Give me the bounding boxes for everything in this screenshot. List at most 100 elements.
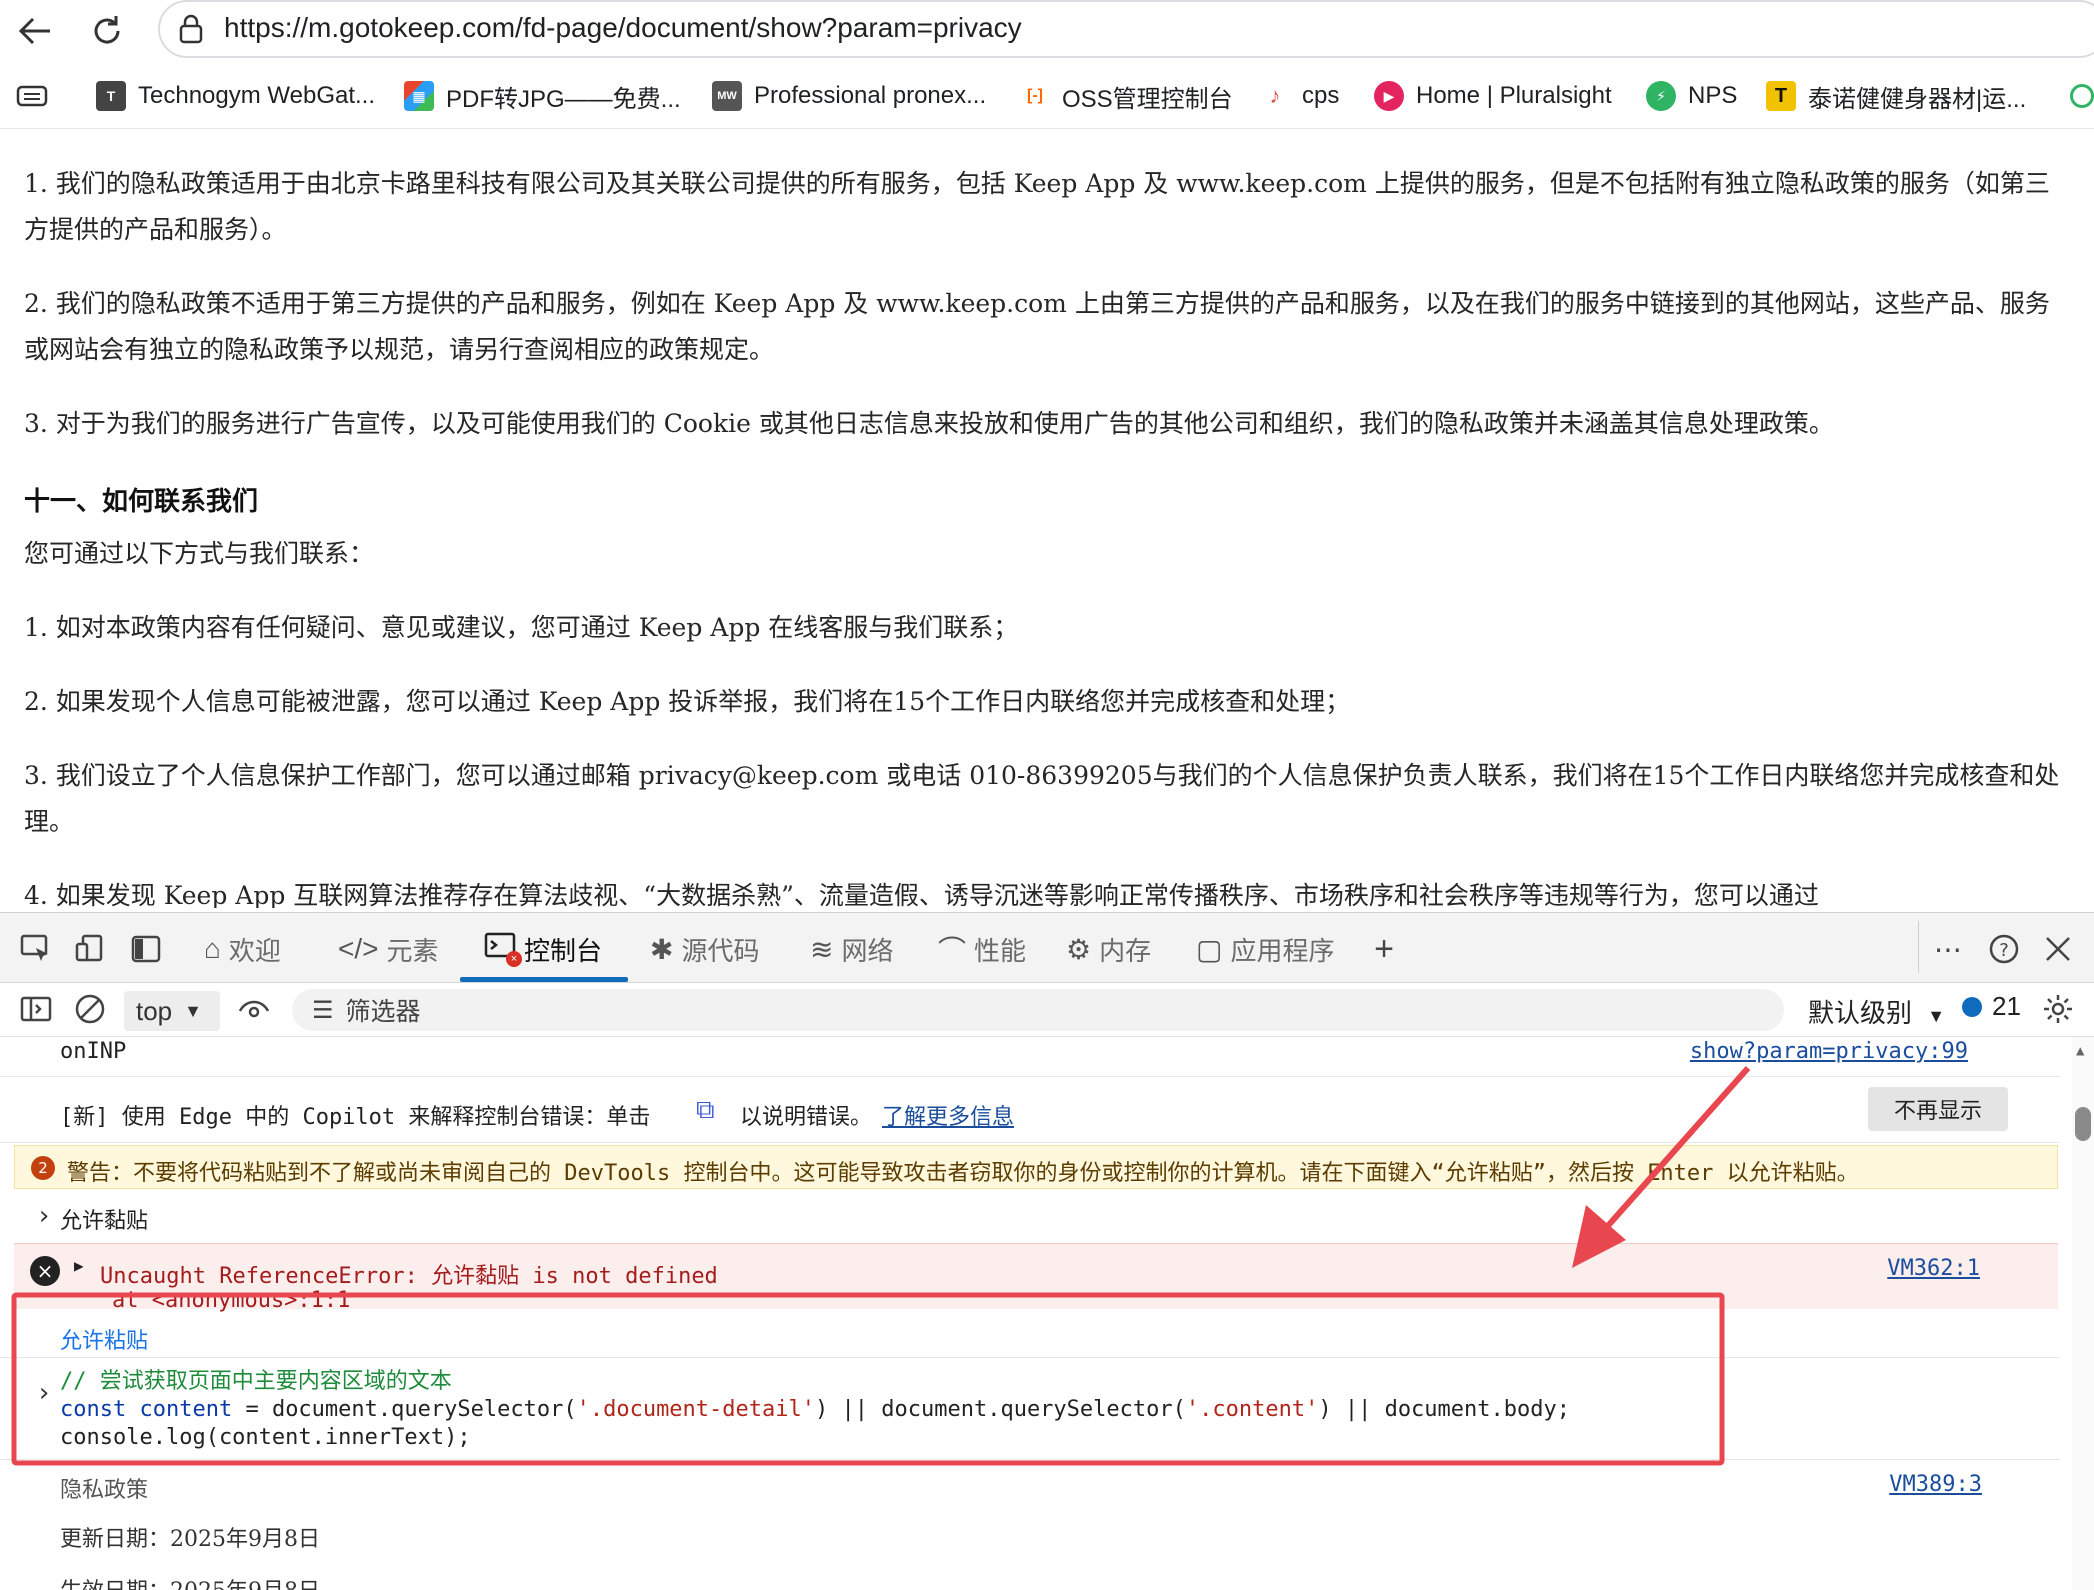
url-text[interactable]: https://m.gotokeep.com/fd-page/document/… <box>224 12 1022 44</box>
console-icon: × <box>484 931 522 968</box>
device-emulation-icon[interactable] <box>72 931 108 967</box>
expand-triangle-icon[interactable]: ▶ <box>74 1256 84 1275</box>
scroll-up-icon[interactable]: ▲ <box>2076 1043 2084 1059</box>
code-text: ) || document.querySelector( <box>815 1397 1186 1422</box>
svg-text:?: ? <box>1999 940 2009 961</box>
filter-placeholder: 筛选器 <box>345 998 421 1026</box>
warning-message: 2 警告：不要将代码粘贴到不了解或尚未审阅自己的 DevTools 控制台中。这… <box>14 1145 2058 1189</box>
bookmark-item[interactable]: T 泰诺健健身器材|运... <box>1766 76 2026 116</box>
error-icon: × <box>30 1256 60 1286</box>
bookmark-item[interactable]: T Technogym WebGat... <box>96 76 375 116</box>
bookmark-favicon-icon: [-] <box>1020 81 1050 111</box>
source-link[interactable]: VM362:1 <box>1887 1256 1980 1281</box>
lock-icon[interactable] <box>178 14 204 44</box>
tab-performance[interactable]: ⌒ 性能 <box>938 927 1026 971</box>
log-level-value: 默认级别 <box>1808 998 1913 1028</box>
refresh-icon[interactable] <box>84 8 130 54</box>
output-text: 生效日期：2025年9月8日 <box>60 1573 320 1590</box>
policy-paragraph: 3. 对于为我们的服务进行广告宣传，以及可能使用我们的 Cookie 或其他日志… <box>24 409 1834 438</box>
back-arrow-icon[interactable] <box>12 8 58 54</box>
policy-paragraph: 1. 如对本政策内容有任何疑问、意见或建议，您可通过 Keep App 在线客服… <box>24 613 1019 642</box>
bookmark-label: cps <box>1302 82 1340 109</box>
tab-memory[interactable]: ⚙ 内存 <box>1066 927 1151 971</box>
warning-text: 警告：不要将代码粘贴到不了解或尚未审阅自己的 DevTools 控制台中。这可能… <box>67 1161 1859 1186</box>
add-tab-icon[interactable]: + <box>1366 930 1402 968</box>
console-output-entry: 更新日期：2025年9月8日 <box>0 1515 2060 1555</box>
copilot-message: [新] 使用 Edge 中的 Copilot 来解释控制台错误：单击 ⧉ 以说明… <box>0 1077 2060 1143</box>
address-bar-row: https://m.gotokeep.com/fd-page/document/… <box>0 0 2094 62</box>
home-icon: ⌂ <box>204 933 221 964</box>
code-string: '.document-detail' <box>576 1397 816 1422</box>
divider <box>1918 921 1919 973</box>
console-output-entry: 生效日期：2025年9月8日 <box>0 1569 2060 1590</box>
tab-elements[interactable]: </> 元素 <box>338 927 439 971</box>
bookmark-favicon-icon: MW <box>712 81 742 111</box>
devtools-tab-bar: ⌂ 欢迎 </> 元素 × 控制台 ✱ 源代码 ≋ 网络 ⌒ 性能 ⚙ 内存 ▢ 应用程序 +… <box>0 913 2094 983</box>
tab-label: 元素 <box>386 935 439 966</box>
clear-console-icon[interactable] <box>72 991 108 1027</box>
learn-more-link[interactable]: 了解更多信息 <box>882 1099 1014 1131</box>
bookmark-item[interactable]: MW Professional pronex... <box>712 76 986 116</box>
filter-input[interactable]: ☰ 筛选器 <box>292 989 1784 1031</box>
source-link[interactable]: show?param=privacy:99 <box>1690 1039 1968 1064</box>
chip-icon: ⚙ <box>1066 933 1092 965</box>
more-options-icon[interactable]: ⋯ <box>1930 931 1966 967</box>
tab-label: 内存 <box>1099 935 1152 966</box>
dont-show-again-button[interactable]: 不再显示 <box>1868 1087 2008 1131</box>
console-scrollbar[interactable]: ▲ <box>2072 1037 2094 1590</box>
bookmark-label: PDF转JPG——免费... <box>446 85 681 113</box>
message-count-badge[interactable]: 21 <box>1962 991 2021 1022</box>
console-input-entry[interactable]: › // 尝试获取页面中主要内容区域的文本 const content = do… <box>0 1357 2060 1455</box>
console-message: onINP show?param=privacy:99 <box>0 1037 2060 1077</box>
bookmark-favicon-icon: ▦ <box>404 81 434 111</box>
bookmark-item[interactable]: [-] OSS管理控制台 <box>1020 76 1233 116</box>
bookmark-favicon-icon: ⚡ <box>1646 81 1676 111</box>
source-link[interactable]: VM389:3 <box>1889 1472 1982 1497</box>
sidebar-toggle-icon[interactable] <box>18 991 54 1027</box>
bookmark-favicon-icon: T <box>1766 81 1796 111</box>
bookmark-item[interactable]: ▶ Home | Pluralsight <box>1374 76 1612 116</box>
message-bubble-icon <box>1962 996 1982 1017</box>
scrollbar-thumb[interactable] <box>2075 1107 2091 1141</box>
code-variable: content <box>139 1397 233 1422</box>
bookmark-label: NPS <box>1688 82 1738 109</box>
tab-console[interactable]: × 控制台 <box>484 927 602 971</box>
reading-list-icon[interactable] <box>16 76 48 116</box>
tab-label: 应用程序 <box>1230 935 1335 966</box>
code-comment: // 尝试获取页面中主要内容区域的文本 <box>60 1369 452 1394</box>
bookmark-item[interactable]: ♪ cps <box>1260 76 1339 116</box>
dock-side-icon[interactable] <box>128 931 164 967</box>
tab-sources[interactable]: ✱ 源代码 <box>650 927 759 971</box>
console-message: 允许粘贴 <box>0 1309 2060 1354</box>
copilot-icon[interactable]: ⧉ <box>696 1095 715 1126</box>
bookmark-overflow-icon[interactable] <box>2070 76 2094 116</box>
section-heading: 十一、如何联系我们 <box>24 487 259 517</box>
filter-icon: ☰ <box>312 996 334 1024</box>
console-toolbar: top ▼ ☰ 筛选器 默认级别 ▼ 21 <box>0 983 2094 1037</box>
bookmark-item[interactable]: ▦ PDF转JPG——免费... <box>404 76 681 116</box>
close-devtools-icon[interactable] <box>2040 931 2076 967</box>
policy-paragraph: 2. 如果发现个人信息可能被泄露，您可以通过 Keep App 投诉举报，我们将… <box>24 687 1351 716</box>
tab-application[interactable]: ▢ 应用程序 <box>1196 927 1334 971</box>
console-message-text: onINP <box>60 1039 127 1064</box>
message-count: 21 <box>1992 991 2021 1021</box>
output-text: 隐私政策 <box>60 1478 149 1503</box>
context-selector[interactable]: top ▼ <box>124 991 220 1031</box>
bookmark-item[interactable]: ⚡ NPS <box>1646 76 1737 116</box>
inspect-element-icon[interactable] <box>18 931 54 967</box>
policy-paragraph: 1. 我们的隐私政策适用于由北京卡路里科技有限公司及其关联公司提供的所有服务，包… <box>24 169 2050 244</box>
tab-network[interactable]: ≋ 网络 <box>810 927 893 971</box>
tab-label: 网络 <box>841 935 894 966</box>
bookmark-favicon-icon: ♪ <box>1260 81 1290 111</box>
tab-label: 性能 <box>974 935 1027 966</box>
settings-gear-icon[interactable] <box>2040 991 2076 1027</box>
allow-paste-text: 允许粘贴 <box>60 1329 149 1354</box>
live-expression-eye-icon[interactable] <box>236 991 272 1027</box>
help-icon[interactable]: ? <box>1986 931 2022 967</box>
caret-down-icon: ▼ <box>1927 1006 1946 1026</box>
console-output: onINP show?param=privacy:99 [新] 使用 Edge … <box>0 1037 2094 1590</box>
bookmark-favicon-icon: T <box>96 81 126 111</box>
log-level-dropdown[interactable]: 默认级别 ▼ <box>1808 993 1945 1030</box>
tab-welcome[interactable]: ⌂ 欢迎 <box>204 927 281 971</box>
error-message: × ▶ Uncaught ReferenceError: 允许黏贴 is not… <box>14 1243 2058 1313</box>
